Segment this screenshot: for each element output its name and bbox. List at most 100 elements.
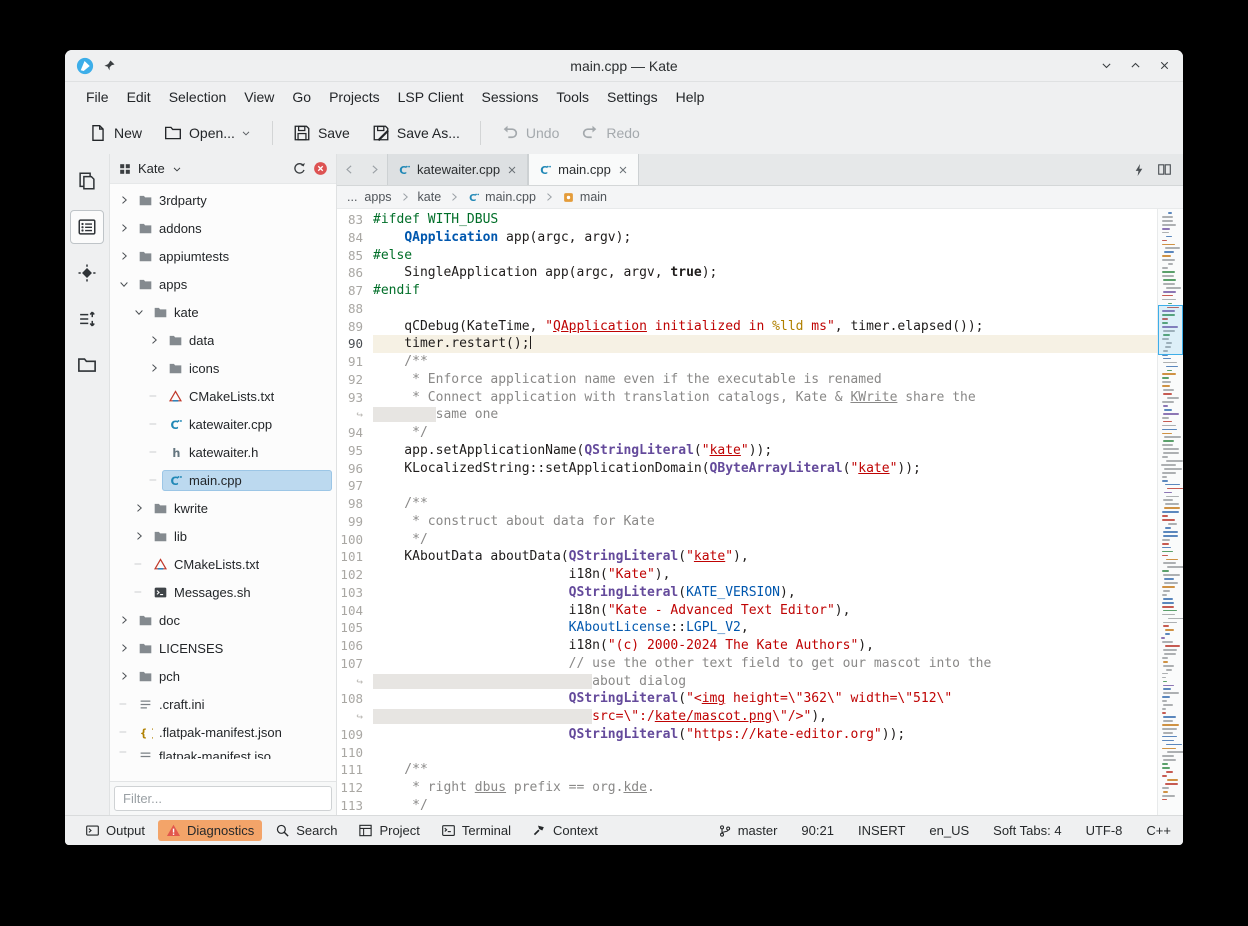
chevron-right-icon[interactable] (116, 222, 132, 234)
status-master[interactable]: master (718, 823, 778, 838)
tree-item-doc[interactable]: doc (110, 606, 336, 634)
code-line[interactable]: 99 * construct about data for Kate (337, 513, 1157, 531)
chevron-right-icon[interactable] (116, 670, 132, 682)
code-line[interactable]: 102 i18n("Kate"), (337, 566, 1157, 584)
breadcrumb-item[interactable]: ... (347, 190, 357, 204)
chevron-right-icon[interactable] (131, 530, 147, 542)
code-line[interactable]: 105 KAboutLicense::LGPL_V2, (337, 619, 1157, 637)
tree-item-cmakelists-txt[interactable]: CMakeLists.txt (110, 382, 336, 410)
code-line[interactable]: 106 i18n("(c) 2000-2024 The Kate Authors… (337, 637, 1157, 655)
menu-sessions[interactable]: Sessions (473, 85, 548, 109)
chevron-right-icon[interactable] (131, 502, 147, 514)
code-line[interactable]: 87#endif (337, 282, 1157, 300)
code-line[interactable]: 92 * Enforce application name even if th… (337, 371, 1157, 389)
menu-edit[interactable]: Edit (118, 85, 160, 109)
redo-button[interactable]: Redo (571, 118, 649, 148)
tree-item-pch[interactable]: pch (110, 662, 336, 690)
chevron-right-icon[interactable] (116, 614, 132, 626)
status-c[interactable]: C++ (1146, 823, 1171, 838)
breadcrumb-kate[interactable]: kate (418, 190, 442, 204)
tree-item-katewaiter-cpp[interactable]: Ckatewaiter.cpp (110, 410, 336, 438)
breadcrumb-main-cpp[interactable]: Cmain.cpp (467, 190, 536, 204)
new-button[interactable]: New (79, 118, 152, 148)
tree-item-messages-sh[interactable]: Messages.sh (110, 578, 336, 606)
tree-item-main-cpp[interactable]: Cmain.cpp (110, 466, 336, 494)
sidebar-tool-filesystem[interactable] (70, 348, 104, 382)
code-line[interactable]: ↪ about dialog (337, 673, 1157, 691)
tree-item-flatpak-manifest-json[interactable]: { }.flatpak-manifest.json (110, 718, 336, 746)
project-combo-label[interactable]: Kate (138, 161, 165, 176)
tree-item-data[interactable]: data (110, 326, 336, 354)
code-line[interactable]: 101 KAboutData aboutData(QStringLiteral(… (337, 548, 1157, 566)
code-line[interactable]: 109 QStringLiteral("https://kate-editor.… (337, 726, 1157, 744)
status-search[interactable]: Search (267, 820, 345, 841)
tab-main-cpp[interactable]: Cmain.cpp (528, 154, 639, 185)
code-line[interactable]: 103 QStringLiteral(KATE_VERSION), (337, 584, 1157, 602)
history-forward-button[interactable] (362, 154, 387, 185)
tree-item-craft-ini[interactable]: .craft.ini (110, 690, 336, 718)
code-line[interactable]: 94 */ (337, 424, 1157, 442)
code-line[interactable]: 98 /** (337, 495, 1157, 513)
code-line[interactable]: 110 (337, 744, 1157, 762)
minimap-viewport[interactable] (1158, 305, 1183, 355)
tab-katewaiter-cpp[interactable]: Ckatewaiter.cpp (387, 154, 528, 185)
split-view-icon[interactable] (1157, 162, 1172, 177)
menu-tools[interactable]: Tools (547, 85, 598, 109)
minimap-scrollbar[interactable] (1157, 209, 1183, 815)
code-line[interactable]: 90 timer.restart(); (337, 335, 1157, 353)
code-line[interactable]: 113 */ (337, 797, 1157, 815)
tree-item-licenses[interactable]: LICENSES (110, 634, 336, 662)
breadcrumb-main[interactable]: main (562, 190, 607, 204)
sidebar-tool-documents[interactable] (70, 164, 104, 198)
tree-item-3rdparty[interactable]: 3rdparty (110, 186, 336, 214)
tree-item-lib[interactable]: lib (110, 522, 336, 550)
status-terminal[interactable]: Terminal (433, 820, 519, 841)
refresh-icon[interactable] (292, 161, 307, 176)
titlebar[interactable]: main.cpp — Kate (65, 50, 1183, 82)
minimize-icon[interactable] (1100, 59, 1113, 72)
status-insert[interactable]: INSERT (858, 823, 905, 838)
undo-button[interactable]: Undo (491, 118, 569, 148)
breadcrumb-apps[interactable]: apps (364, 190, 391, 204)
chevron-expanded-icon[interactable] (116, 278, 132, 290)
tree-item-katewaiter-h[interactable]: hkatewaiter.h (110, 438, 336, 466)
tree-item-flatpak-manifest-iso[interactable]: flatpak-manifest.iso (110, 746, 336, 759)
code-line[interactable]: ↪ src=\":/kate/mascot.png\"/>"), (337, 708, 1157, 726)
tree-item-addons[interactable]: addons (110, 214, 336, 242)
menu-selection[interactable]: Selection (160, 85, 236, 109)
code-line[interactable]: 89 qCDebug(KateTime, "QApplication initi… (337, 318, 1157, 336)
save-as-button[interactable]: Save As... (362, 118, 470, 148)
status-90-21[interactable]: 90:21 (801, 823, 834, 838)
chevron-right-icon[interactable] (146, 362, 162, 374)
status-diagnostics[interactable]: Diagnostics (158, 820, 262, 841)
tree-item-kate[interactable]: kate (110, 298, 336, 326)
chevron-right-icon[interactable] (116, 194, 132, 206)
code-line[interactable]: 100 */ (337, 531, 1157, 549)
code-line[interactable]: 96 KLocalizedString::setApplicationDomai… (337, 460, 1157, 478)
status-utf-8[interactable]: UTF-8 (1086, 823, 1123, 838)
code-line[interactable]: 108 QStringLiteral("<img height=\"362\" … (337, 690, 1157, 708)
menu-projects[interactable]: Projects (320, 85, 389, 109)
code-line[interactable]: 111 /** (337, 761, 1157, 779)
code-line[interactable]: 83#ifdef WITH_DBUS (337, 211, 1157, 229)
open-button[interactable]: Open... (154, 118, 262, 148)
close-icon[interactable] (1158, 59, 1171, 72)
code-line[interactable]: 85#else (337, 247, 1157, 265)
code-line[interactable]: 95 app.setApplicationName(QStringLiteral… (337, 442, 1157, 460)
code-line[interactable]: 107 // use the other text field to get o… (337, 655, 1157, 673)
code-line[interactable]: 88 (337, 300, 1157, 318)
code-line[interactable]: ↪ same one (337, 406, 1157, 424)
tree-item-appiumtests[interactable]: appiumtests (110, 242, 336, 270)
code-line[interactable]: 93 * Connect application with translatio… (337, 389, 1157, 407)
tree-item-cmakelists-txt[interactable]: CMakeLists.txt (110, 550, 336, 578)
tab-close-icon[interactable] (617, 164, 629, 176)
menu-settings[interactable]: Settings (598, 85, 667, 109)
flash-icon[interactable] (1132, 163, 1146, 177)
chevron-down-icon[interactable] (171, 163, 183, 175)
pin-icon[interactable] (103, 59, 116, 72)
menu-help[interactable]: Help (667, 85, 714, 109)
sidebar-tool-diff[interactable] (70, 302, 104, 336)
chevron-expanded-icon[interactable] (131, 306, 147, 318)
close-panel-icon[interactable] (313, 161, 328, 176)
chevron-right-icon[interactable] (146, 334, 162, 346)
